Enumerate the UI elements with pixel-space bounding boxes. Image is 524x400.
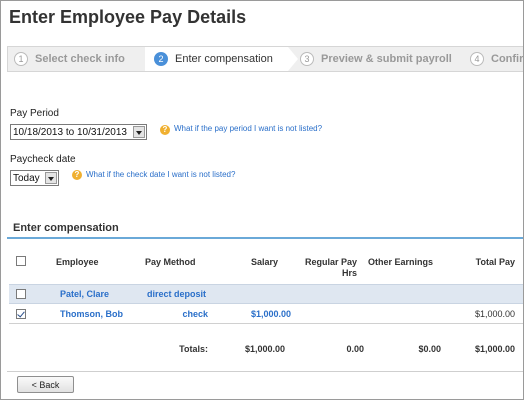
pay-method-link[interactable]: direct deposit [147,289,206,299]
pay-period-help-link[interactable]: What if the pay period I want is not lis… [174,124,322,133]
chevron-down-icon [45,172,57,184]
footer-divider [7,371,523,372]
totals-label: Totals: [179,344,208,354]
col-header-pay-method[interactable]: Pay Method [145,257,196,267]
section-title: Enter compensation [13,222,119,234]
totals-salary: $1,000.00 [244,344,285,354]
pay-method-link[interactable]: check [151,309,208,319]
step-separator-arrow [288,47,298,71]
col-header-salary[interactable]: Salary [241,257,278,267]
step-enter-compensation[interactable]: 2 Enter compensation [145,47,288,71]
pay-period-select[interactable]: 10/18/2013 to 10/31/2013 [10,124,147,140]
chevron-down-icon [133,126,145,138]
help-icon[interactable]: ? [72,170,82,180]
paycheck-date-select[interactable]: Today [10,170,59,186]
col-header-regular-pay[interactable]: Regular Pay [295,257,357,267]
section-divider [7,237,523,239]
select-all-checkbox[interactable] [16,256,26,266]
col-header-other-earnings[interactable]: Other Earnings [368,257,433,267]
step-number: 4 [470,52,484,66]
paycheck-date-label: Paycheck date [10,154,76,165]
total-pay-value: $1,000.00 [474,309,515,319]
step-number: 1 [14,52,28,66]
wizard-steps: 1 Select check info 2 Enter compensation… [7,46,523,72]
step-label: Enter compensation [175,53,273,65]
row-divider [9,323,523,324]
step-number: 3 [300,52,314,66]
paycheck-date-help-link[interactable]: What if the check date I want is not lis… [86,170,235,179]
app-window: Enter Employee Pay Details 1 Select chec… [0,0,524,400]
totals-regular-pay-hrs: 0.00 [346,344,364,354]
step-number: 2 [154,52,168,66]
salary-link[interactable]: $1,000.00 [223,309,291,319]
help-icon[interactable]: ? [160,125,170,135]
back-button[interactable]: < Back [17,376,74,393]
pay-period-label: Pay Period [10,108,59,119]
employee-link[interactable]: Thomson, Bob [60,309,123,319]
col-header-total-pay[interactable]: Total Pay [463,257,515,267]
totals-total-pay: $1,000.00 [474,344,515,354]
step-label: Preview & submit payroll [321,53,452,65]
step-label: Confir [491,53,524,65]
employee-link[interactable]: Patel, Clare [60,289,109,299]
col-header-regular-pay-hrs: Hrs [341,268,357,278]
step-select-check-info[interactable]: 1 Select check info [14,47,125,71]
step-preview-submit[interactable]: 3 Preview & submit payroll [300,47,452,71]
row-checkbox[interactable] [16,289,26,299]
page-title: Enter Employee Pay Details [9,7,247,27]
col-header-employee[interactable]: Employee [56,257,99,267]
paycheck-date-value: Today [13,172,40,184]
step-label: Select check info [35,53,125,65]
totals-other-earnings: $0.00 [418,344,441,354]
pay-period-value: 10/18/2013 to 10/31/2013 [13,126,127,138]
row-checkbox[interactable] [16,309,26,319]
step-confirm[interactable]: 4 Confir [470,47,523,71]
